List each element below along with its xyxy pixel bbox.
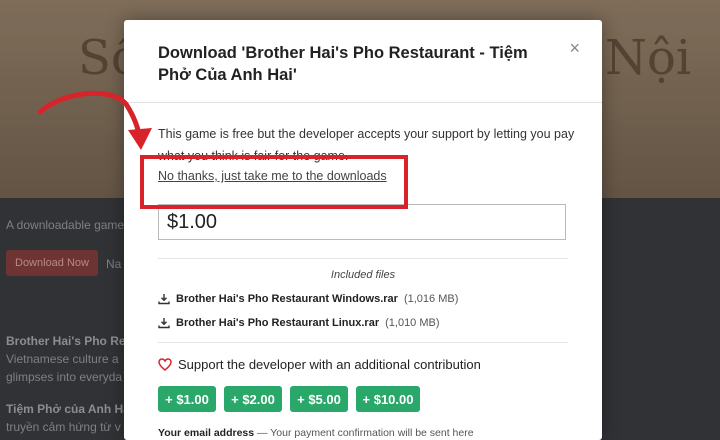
file-row[interactable]: Brother Hai's Pho Restaurant Windows.rar… xyxy=(158,293,458,305)
tip-button-1[interactable]: + $1.00 xyxy=(158,386,216,412)
download-icon xyxy=(158,294,170,305)
price-input[interactable]: $1.00 xyxy=(158,204,566,240)
divider xyxy=(158,258,568,259)
tip-button-5[interactable]: + $5.00 xyxy=(290,386,348,412)
file-size: (1,016 MB) xyxy=(403,293,459,305)
close-icon[interactable]: × xyxy=(569,38,580,59)
file-name: Brother Hai's Pho Restaurant Linux.rar xyxy=(176,317,380,329)
file-size: (1,010 MB) xyxy=(385,317,440,329)
annotation-arrow xyxy=(37,90,152,150)
heart-icon xyxy=(158,358,172,371)
divider xyxy=(158,342,568,343)
email-label-title: Your email address xyxy=(158,427,255,439)
tip-button-2[interactable]: + $2.00 xyxy=(224,386,282,412)
modal-title: Download 'Brother Hai's Pho Restaurant -… xyxy=(158,44,528,84)
email-hint: — Your payment confirmation will be sent… xyxy=(257,427,474,439)
download-icon xyxy=(158,318,170,329)
support-row: Support the developer with an additional… xyxy=(158,357,481,372)
support-text: Support the developer with an additional… xyxy=(178,357,481,372)
tip-button-10[interactable]: + $10.00 xyxy=(356,386,420,412)
email-label: Your email address — Your payment confir… xyxy=(158,427,474,439)
file-row[interactable]: Brother Hai's Pho Restaurant Linux.rar (… xyxy=(158,317,440,329)
file-name: Brother Hai's Pho Restaurant Windows.rar xyxy=(176,293,398,305)
included-files-heading: Included files xyxy=(330,269,396,281)
